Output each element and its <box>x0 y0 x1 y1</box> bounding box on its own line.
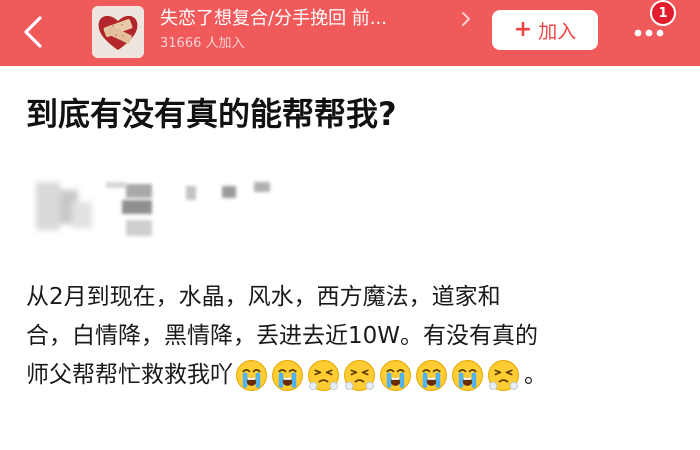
author-info-blurred <box>26 170 326 250</box>
join-group-button[interactable]: + 加入 <box>492 10 598 50</box>
author-name-redacted <box>106 182 126 188</box>
steam-face-emoji-icon <box>344 360 375 391</box>
author-meta-redacted <box>254 182 270 192</box>
group-header: 失恋了想复合/分手挽回 前... 31666 人加入 + 加入 1 <box>0 0 700 66</box>
join-button-label: 加入 <box>538 20 577 43</box>
post-title: 到底有没有真的能帮帮我? <box>26 95 397 133</box>
crying-face-emoji-icon <box>452 360 483 391</box>
author-avatar[interactable] <box>26 170 98 242</box>
steam-face-emoji-icon <box>488 360 519 391</box>
group-avatar[interactable] <box>92 6 144 58</box>
crying-face-emoji-icon <box>272 360 303 391</box>
chevron-right-icon <box>462 12 470 26</box>
body-line: 合，白情降，黑情降，丢进去近10W。有没有真的 <box>26 323 539 349</box>
crying-face-emoji-icon <box>380 360 411 391</box>
author-meta-redacted <box>186 186 196 200</box>
group-member-count: 31666 人加入 <box>160 36 245 51</box>
steam-face-emoji-icon <box>308 360 339 391</box>
notification-badge: 1 <box>650 0 676 26</box>
author-name-redacted <box>126 184 152 198</box>
author-name-redacted <box>122 200 152 214</box>
post-page: 失恋了想复合/分手挽回 前... 31666 人加入 + 加入 1 到底有没有真… <box>0 0 700 450</box>
emoji-row <box>235 359 520 392</box>
chevron-left-icon <box>24 16 42 48</box>
body-line-with-emojis: 师父帮帮忙救救我吖 。 <box>26 356 676 395</box>
group-detail-chevron[interactable] <box>458 10 474 28</box>
plus-icon: + <box>513 17 533 42</box>
group-title[interactable]: 失恋了想复合/分手挽回 前... <box>160 8 450 30</box>
bandaged-heart-icon <box>92 6 144 58</box>
body-line-text: 师父帮帮忙救救我吖 <box>26 362 233 388</box>
body-line: 从2月到现在，水晶，风水，西方魔法，道家和 <box>26 284 501 310</box>
author-meta-redacted <box>126 220 152 236</box>
crying-face-emoji-icon <box>236 360 267 391</box>
post-body: 从2月到现在，水晶，风水，西方魔法，道家和 合，白情降，黑情降，丢进去近10W。… <box>26 278 676 395</box>
author-meta-redacted <box>222 186 236 198</box>
back-button[interactable] <box>14 10 54 54</box>
body-period: 。 <box>524 362 547 388</box>
crying-face-emoji-icon <box>416 360 447 391</box>
